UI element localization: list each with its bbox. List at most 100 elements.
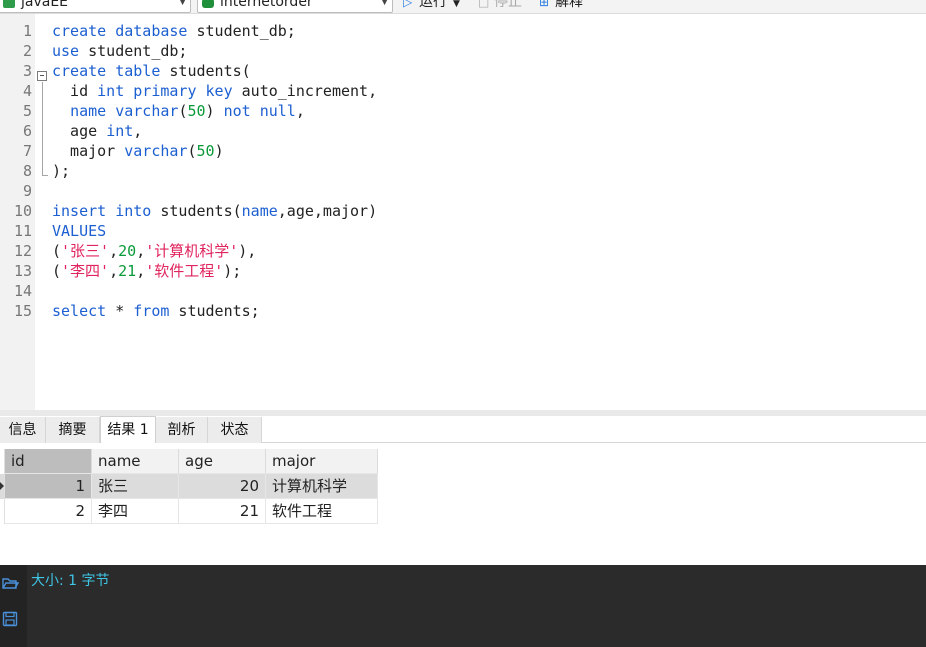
code-line[interactable]: 4 id int primary key auto_increment, bbox=[0, 81, 926, 101]
play-icon: ▷ bbox=[403, 0, 413, 9]
code-line[interactable]: 3 create table students( bbox=[0, 61, 926, 81]
stop-button[interactable]: □ 停止 bbox=[478, 0, 522, 13]
code-token: * bbox=[106, 302, 134, 320]
table-row[interactable]: 1 张三 20 计算机科学 bbox=[0, 474, 378, 499]
code-token: ); bbox=[52, 162, 71, 180]
save-icon[interactable] bbox=[1, 610, 19, 628]
code-line[interactable]: 15 select * from students; bbox=[0, 301, 926, 321]
stop-label: 停止 bbox=[494, 0, 522, 10]
column-header-age[interactable]: age bbox=[179, 449, 266, 474]
info-side-toolbar bbox=[0, 565, 27, 647]
code-line[interactable]: 1 create database student_db; bbox=[0, 21, 926, 41]
code-token: students( bbox=[151, 202, 242, 220]
explain-button[interactable]: ⊞ 解释 bbox=[539, 0, 583, 13]
result-tabbar: 信息 摘要 结果 1 剖析 状态 bbox=[0, 416, 926, 443]
tab-profile[interactable]: 剖析 bbox=[156, 417, 208, 443]
cell-age[interactable]: 20 bbox=[179, 474, 266, 499]
run-button[interactable]: ▷ 运行 ▼ bbox=[403, 0, 460, 13]
tab-result-1[interactable]: 结果 1 bbox=[100, 416, 156, 443]
cell-major[interactable]: 软件工程 bbox=[266, 499, 378, 524]
code-line[interactable]: 12 ('张三',20,'计算机科学'), bbox=[0, 241, 926, 261]
code-token: , bbox=[136, 262, 146, 280]
code-text: major varchar(50) bbox=[52, 141, 224, 161]
open-folder-icon[interactable] bbox=[1, 574, 19, 592]
connection-select[interactable]: javaEE ▼ bbox=[0, 0, 191, 13]
code-text: create table students( bbox=[52, 61, 251, 81]
tab-label: 信息 bbox=[8, 422, 37, 438]
code-text: use student_db; bbox=[52, 41, 187, 61]
code-line[interactable]: 14 bbox=[0, 281, 926, 301]
code-line[interactable]: 11 VALUES bbox=[0, 221, 926, 241]
tab-info[interactable]: 信息 bbox=[0, 417, 46, 443]
line-number: 4 bbox=[22, 82, 32, 100]
cell-major[interactable]: 计算机科学 bbox=[266, 474, 378, 499]
code-text: create database student_db; bbox=[52, 21, 296, 41]
grid-left-border bbox=[4, 449, 5, 524]
code-text: age int, bbox=[52, 121, 142, 141]
cell-name[interactable]: 李四 bbox=[92, 499, 179, 524]
column-header-id[interactable]: id bbox=[5, 449, 92, 474]
line-number: 1 bbox=[22, 22, 32, 40]
tab-summary[interactable]: 摘要 bbox=[46, 417, 100, 443]
code-line[interactable]: 2 use student_db; bbox=[0, 41, 926, 61]
code-token: student_db; bbox=[187, 22, 296, 40]
line-number: 12 bbox=[13, 242, 32, 260]
line-number: 3 bbox=[22, 62, 32, 80]
code-text: select * from students; bbox=[52, 301, 260, 321]
column-header-major[interactable]: major bbox=[266, 449, 378, 474]
explain-icon: ⊞ bbox=[539, 0, 550, 9]
code-line[interactable]: 5 name varchar(50) not null, bbox=[0, 101, 926, 121]
code-token: create database bbox=[52, 22, 188, 40]
tab-status[interactable]: 状态 bbox=[208, 417, 262, 443]
tab-label: 结果 1 bbox=[107, 422, 149, 438]
code-token: age bbox=[52, 122, 107, 140]
code-token: ) bbox=[205, 102, 224, 120]
tab-label: 摘要 bbox=[58, 422, 87, 438]
toolbar: javaEE ▼ internetorder ▼ ▷ 运行 ▼ □ 停止 ⊞ 解释 bbox=[0, 0, 926, 14]
code-token: '软件工程' bbox=[145, 262, 224, 280]
chevron-down-icon: ▼ bbox=[453, 0, 460, 9]
code-token: 21 bbox=[118, 262, 137, 280]
code-token: , bbox=[136, 242, 146, 260]
cell-name[interactable]: 张三 bbox=[92, 474, 179, 499]
tab-label: 剖析 bbox=[167, 422, 196, 438]
code-line[interactable]: 13 ('李四',21,'软件工程'); bbox=[0, 261, 926, 281]
code-line[interactable]: 8); bbox=[0, 161, 926, 181]
result-grid[interactable]: id name age major 1 张三 20 计算机科学 2 李四 21 … bbox=[0, 443, 926, 565]
code-token: int bbox=[106, 122, 134, 140]
code-line[interactable]: 9 bbox=[0, 181, 926, 201]
cell-id[interactable]: 1 bbox=[5, 474, 92, 499]
info-panel: 大小: 1 字节 bbox=[0, 565, 926, 647]
code-token: from bbox=[133, 302, 170, 320]
line-number: 11 bbox=[13, 222, 32, 240]
code-token: ( bbox=[52, 262, 62, 280]
fold-guide bbox=[42, 82, 43, 176]
code-token: 50 bbox=[187, 102, 206, 120]
code-line[interactable]: 7 major varchar(50) bbox=[0, 141, 926, 161]
column-header-name[interactable]: name bbox=[92, 449, 179, 474]
code-line[interactable]: 10 insert into students(name,age,major) bbox=[0, 201, 926, 221]
fold-collapse-icon[interactable] bbox=[37, 71, 47, 81]
code-token: ) bbox=[214, 142, 224, 160]
code-line[interactable]: 6 age int, bbox=[0, 121, 926, 141]
line-number: 10 bbox=[13, 202, 32, 220]
code-text: ); bbox=[52, 161, 70, 181]
code-token: ( bbox=[52, 242, 62, 260]
code-token: , bbox=[133, 122, 143, 140]
connection-icon bbox=[3, 0, 15, 8]
code-token: 50 bbox=[196, 142, 215, 160]
code-token: major bbox=[52, 142, 125, 160]
code-token: int primary key bbox=[97, 82, 233, 100]
cell-age[interactable]: 21 bbox=[179, 499, 266, 524]
database-select[interactable]: internetorder ▼ bbox=[197, 0, 393, 13]
cell-id[interactable]: 2 bbox=[5, 499, 92, 524]
code-token: ), bbox=[238, 242, 257, 260]
code-token: students; bbox=[169, 302, 260, 320]
sql-editor[interactable]: 1 create database student_db; 2 use student… bbox=[0, 14, 926, 410]
code-text: name varchar(50) not null, bbox=[52, 101, 305, 121]
table-row[interactable]: 2 李四 21 软件工程 bbox=[0, 499, 378, 524]
code-token: create table bbox=[52, 62, 161, 80]
code-text: id int primary key auto_increment, bbox=[52, 81, 377, 101]
code-token: '计算机科学' bbox=[145, 242, 239, 260]
connection-value: javaEE bbox=[21, 0, 69, 10]
